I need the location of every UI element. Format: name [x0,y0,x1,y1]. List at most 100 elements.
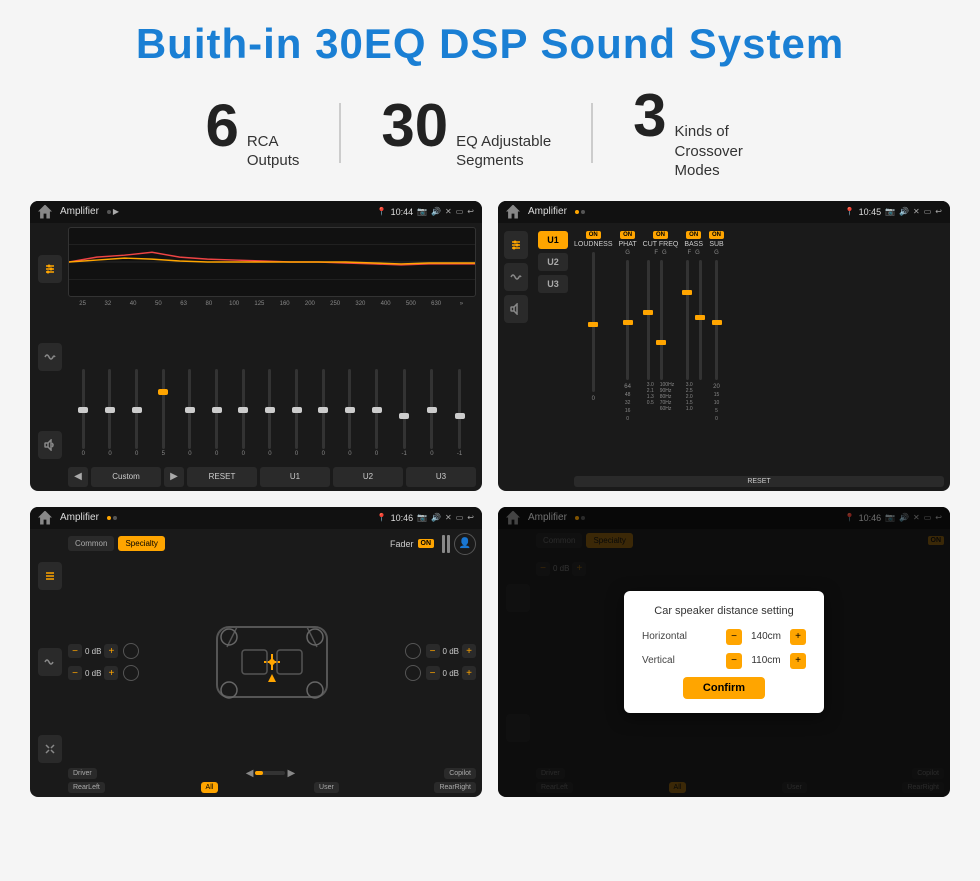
bass-track-g[interactable] [699,260,702,380]
status-icons-cx: 📍 10:45 📷🔊✕▭↩ [845,207,942,217]
slider-track-6[interactable] [215,369,218,449]
cx-reset-btn[interactable]: RESET [574,476,944,487]
speaker-icon-4 [405,665,421,681]
fader-expand-btn[interactable] [38,735,62,763]
home-icon-cx[interactable] [506,205,520,219]
eq-u2-btn[interactable]: U2 [333,467,403,487]
stat-rca-label: RCAOutputs [247,132,300,171]
eq-prev-btn[interactable]: ◀ [68,467,88,487]
vol-minus-4[interactable]: − [426,666,440,680]
freq-label-160: 160 [272,301,297,307]
rear-left-btn[interactable]: RearLeft [68,782,105,793]
slider-val-4: 5 [162,451,165,457]
home-icon[interactable] [38,205,52,219]
vertical-plus-btn[interactable]: + [790,653,806,669]
copilot-btn[interactable]: Copilot [444,768,476,779]
vol-row-3: − 0 dB + [405,643,476,659]
home-icon-fader[interactable] [38,511,52,525]
freq-label-80: 80 [196,301,221,307]
rear-right-btn[interactable]: RearRight [434,782,476,793]
slider-track-3[interactable] [135,369,138,449]
eq-filter-btn[interactable] [38,255,62,283]
cx-speaker-btn[interactable] [504,295,528,323]
slider-track-5[interactable] [188,369,191,449]
vol-plus-2[interactable]: + [104,666,118,680]
settings-btn[interactable]: 👤 [454,533,476,555]
slider-track-1[interactable] [82,369,85,449]
freq-label-50: 50 [146,301,171,307]
eq-custom-btn[interactable]: Custom [91,467,161,487]
horizontal-plus-btn[interactable]: + [790,629,806,645]
cx-filter-btn[interactable] [504,231,528,259]
common-mode-btn[interactable]: Common [68,536,114,551]
vol-minus-2[interactable]: − [68,666,82,680]
fader-main-area: Common Specialty Fader ON 👤 [68,533,476,793]
slider-col-4: 5 [162,363,165,463]
vol-val-1: 0 dB [85,647,101,656]
slider-col-1: 0 [82,363,85,463]
slider-col-5: 0 [188,363,191,463]
fader-filter-btn[interactable] [38,562,62,590]
slider-track-12[interactable] [375,369,378,449]
u2-button[interactable]: U2 [538,253,568,271]
cutfreq-track-f[interactable] [647,260,650,380]
slider-col-9: 0 [295,363,298,463]
fader-wave-btn[interactable] [38,648,62,676]
eq-reset-btn[interactable]: RESET [187,467,257,487]
eq-u1-btn[interactable]: U1 [260,467,330,487]
cutfreq-track-g[interactable] [660,260,663,380]
freq-label-63: 63 [171,301,196,307]
confirm-button[interactable]: Confirm [683,677,765,699]
loudness-on-btn[interactable]: ON [586,231,601,239]
slider-track-14[interactable] [430,369,433,449]
cx-wave-btn[interactable] [504,263,528,291]
bass-on-btn[interactable]: ON [686,231,701,239]
cx-main-area: ON LOUDNESS 0 ON PHAT G [574,227,944,487]
dialog-box: Car speaker distance setting Horizontal … [624,591,824,713]
slider-track-11[interactable] [348,369,351,449]
slider-track-4[interactable] [162,369,165,449]
bass-track-f[interactable] [686,260,689,380]
all-btn[interactable]: All [201,782,219,793]
vol-plus-1[interactable]: + [104,644,118,658]
driver-btn[interactable]: Driver [68,768,97,779]
vol-plus-4[interactable]: + [462,666,476,680]
phat-on-btn[interactable]: ON [620,231,635,239]
vol-minus-1[interactable]: − [68,644,82,658]
eq-u3-btn[interactable]: U3 [406,467,476,487]
slider-val-13: -1 [402,451,407,457]
eq-play-btn[interactable]: ▶ [164,467,184,487]
eq-wave-btn[interactable] [38,343,62,371]
cutfreq-on-btn[interactable]: ON [653,231,668,239]
user-btn[interactable]: User [314,782,339,793]
vol-plus-3[interactable]: + [462,644,476,658]
stat-crossover-number: 3 [633,86,666,146]
vol-minus-3[interactable]: − [426,644,440,658]
page-container: Buith-in 30EQ DSP Sound System 6 RCAOutp… [0,0,980,881]
slider-track-15[interactable] [458,369,461,449]
horizontal-minus-btn[interactable]: − [726,629,742,645]
slider-track-9[interactable] [295,369,298,449]
slider-track-7[interactable] [242,369,245,449]
u3-button[interactable]: U3 [538,275,568,293]
phat-track[interactable] [626,260,629,380]
sub-on-btn[interactable]: ON [709,231,724,239]
status-dots-cx [575,210,585,214]
slider-track-2[interactable] [108,369,111,449]
status-left-fader: Amplifier [38,511,117,525]
fader-left-panel [36,533,64,793]
freq-label-32: 32 [95,301,120,307]
status-left-eq: Amplifier ▶ [38,205,119,219]
sub-track[interactable] [715,260,718,380]
u1-button[interactable]: U1 [538,231,568,249]
loudness-track[interactable] [592,252,595,392]
slider-track-8[interactable] [268,369,271,449]
stat-rca: 6 RCAOutputs [165,96,339,171]
eq-speaker-btn[interactable] [38,431,62,459]
slider-track-10[interactable] [322,369,325,449]
x-icon-eq: ✕ [445,207,452,216]
vertical-minus-btn[interactable]: − [726,653,742,669]
specialty-mode-btn[interactable]: Specialty [118,536,164,551]
speaker-icon-3 [405,643,421,659]
slider-track-13[interactable] [403,369,406,449]
